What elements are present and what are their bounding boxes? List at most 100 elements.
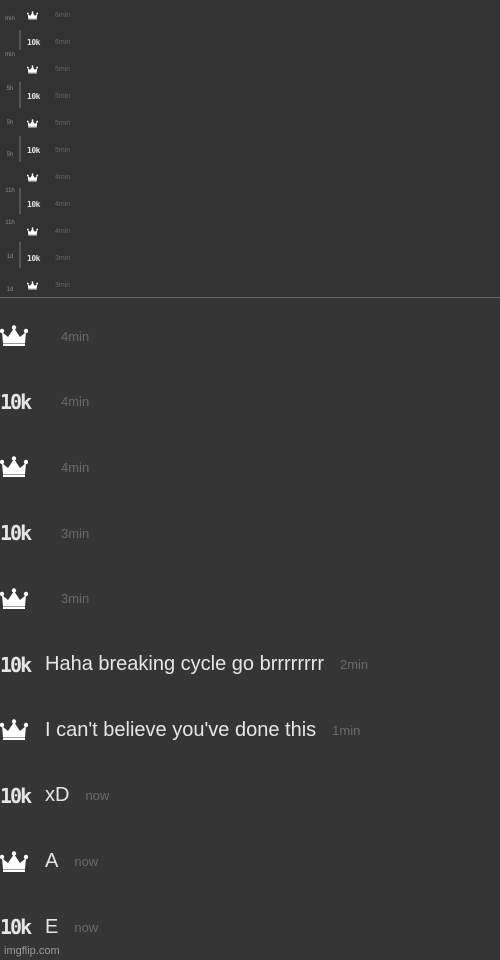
user-avatar[interactable]: 10k: [0, 782, 36, 810]
nested-divider: [19, 242, 21, 268]
message-timestamp: 4min: [61, 459, 90, 475]
crown-icon: [0, 719, 28, 741]
message-timestamp: 2min: [339, 657, 369, 672]
crown-icon: [0, 851, 28, 873]
tenk-avatar-label: 10k: [27, 200, 40, 209]
crown-icon: [27, 11, 38, 20]
nested-left-tick: 1d: [6, 287, 14, 293]
user-avatar[interactable]: [0, 322, 36, 350]
nested-divider: [19, 30, 21, 50]
message-text: Haha breaking cycle go brrrrrrrr: [45, 653, 324, 675]
tenk-avatar-label: 10k: [0, 389, 32, 414]
nested-timestamp: 4min: [55, 201, 71, 208]
nested-left-tick: min: [5, 52, 15, 58]
chat-message: 10k 3min: [0, 513, 89, 553]
nested-message-row: 4min: [27, 164, 70, 191]
nested-timestamp: 6min: [55, 12, 71, 19]
chat-message: 10k Enow: [0, 907, 98, 947]
nested-avatar: [27, 279, 49, 293]
nested-avatar: [27, 171, 49, 185]
nested-message-row: 5min: [27, 56, 70, 83]
crown-icon: [27, 281, 38, 290]
watermark: imgflip.com: [4, 945, 60, 957]
nested-left-column: min min 5h 5h 5h 11h 11h 1d 1d: [0, 0, 21, 297]
nested-avatar: 10k: [27, 252, 49, 266]
nested-timestamp: 5min: [55, 147, 71, 154]
nested-left-tick: 5h: [6, 152, 14, 158]
crown-icon: [0, 588, 28, 610]
message-timestamp: now: [74, 854, 99, 870]
message-timestamp: 4min: [61, 328, 90, 344]
chat-message: 10k xD now: [0, 776, 109, 816]
nested-avatar: 10k: [27, 90, 49, 104]
tenk-avatar-label: 10k: [0, 915, 32, 940]
nested-avatar: [27, 63, 49, 77]
nested-left-tick: 5h: [6, 120, 14, 126]
chat-message: 10k 4min: [0, 382, 89, 422]
nested-message-row: 5min: [27, 110, 70, 137]
user-avatar[interactable]: [0, 716, 36, 744]
nested-message-row: 10k 6min: [27, 29, 70, 56]
nested-avatar: 10k: [27, 144, 49, 158]
nested-timestamp: 4min: [55, 174, 71, 181]
nested-avatar: [27, 9, 49, 23]
tenk-avatar-label: 10k: [27, 146, 40, 155]
crown-icon: [0, 325, 28, 347]
tenk-avatar-label: 10k: [27, 38, 40, 47]
nested-message-row: 4min: [27, 218, 70, 245]
nested-message-row: 10k 3min: [27, 245, 70, 272]
message-text: A: [45, 850, 59, 873]
nested-divider: [19, 136, 21, 162]
nested-message-row: 10k 5min: [27, 137, 70, 164]
chat-message: 4min: [0, 316, 89, 356]
nested-message-row: 3min: [27, 272, 70, 299]
message-timestamp: 4min: [61, 394, 90, 410]
nested-message-row: 6min: [27, 2, 70, 29]
message-timestamp: now: [85, 788, 110, 804]
nested-left-tick: 5h: [6, 86, 14, 92]
nested-timestamp: 5min: [55, 93, 71, 100]
message-text: E: [45, 915, 59, 938]
message-timestamp: 3min: [61, 591, 90, 607]
user-avatar[interactable]: [0, 848, 36, 876]
nested-left-tick: 1d: [6, 254, 14, 260]
nested-timestamp: 6min: [55, 39, 71, 46]
user-avatar[interactable]: [0, 585, 36, 613]
nested-avatar: [27, 225, 49, 239]
message-timestamp: now: [74, 919, 99, 935]
nested-message-row: 10k 4min: [27, 191, 70, 218]
user-avatar[interactable]: 10k: [0, 913, 36, 941]
nested-timestamp: 5min: [55, 66, 71, 73]
nested-timestamp: 4min: [55, 228, 71, 235]
tenk-avatar-label: 10k: [0, 783, 32, 808]
nested-timestamp: 5min: [55, 120, 71, 127]
nested-divider: [19, 188, 21, 214]
nested-avatar: [27, 117, 49, 131]
message-timestamp: 3min: [61, 525, 90, 541]
chat-message: 10k Haha breaking cycle go brrrrrrrr 2min: [0, 645, 368, 685]
user-avatar[interactable]: [0, 453, 36, 481]
nested-screenshot: min min 5h 5h 5h 11h 11h 1d 1d 6min 10k 6min 5min 10…: [0, 0, 500, 298]
chat-message: 4min: [0, 447, 89, 487]
user-avatar[interactable]: 10k: [0, 519, 36, 547]
tenk-avatar-label: 10k: [27, 254, 40, 263]
message-text: xD: [45, 784, 70, 807]
tenk-avatar-label: 10k: [27, 92, 40, 101]
nested-divider: [19, 82, 21, 108]
tenk-avatar-label: 10k: [0, 652, 32, 677]
user-avatar[interactable]: 10k: [0, 388, 36, 416]
nested-left-tick: min: [5, 16, 15, 22]
nested-left-tick: 11h: [5, 188, 15, 194]
chat-message: 3min: [0, 579, 89, 619]
user-avatar[interactable]: 10k: [0, 651, 36, 679]
nested-timestamp: 3min: [55, 255, 71, 262]
crown-icon: [27, 65, 38, 74]
nested-timestamp: 3min: [55, 282, 71, 289]
message-timestamp: 1min: [332, 722, 361, 738]
nested-left-tick: 11h: [5, 220, 15, 226]
nested-avatar: 10k: [27, 36, 49, 50]
chat-message: Anow: [0, 842, 98, 882]
tenk-avatar-label: 10k: [0, 521, 32, 546]
nested-avatar: 10k: [27, 198, 49, 212]
message-text: I can't believe you've done this: [45, 718, 317, 741]
